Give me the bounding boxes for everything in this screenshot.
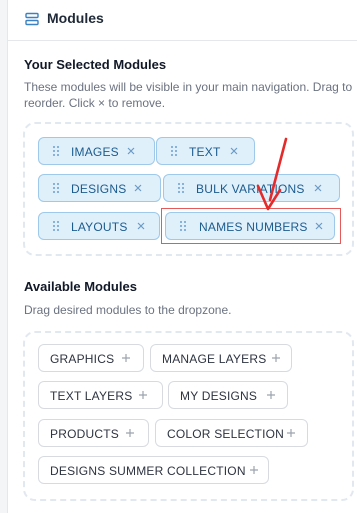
add-icon[interactable] [286,428,296,438]
available-module-graphics[interactable]: GRAPHICS [38,344,144,372]
module-label: COLOR SELECTION [167,427,285,441]
module-label: MANAGE LAYERS [162,352,267,366]
available-modules-title: Available Modules [24,279,137,294]
add-icon[interactable] [125,428,135,438]
add-icon[interactable] [249,465,259,475]
add-icon[interactable] [271,353,281,363]
annotation-arrow-icon [256,137,288,211]
add-icon[interactable] [266,390,276,400]
module-label: PRODUCTS [50,427,119,441]
module-label: GRAPHICS [50,352,115,366]
module-label: DESIGNS SUMMER COLLECTION [50,464,246,478]
add-icon[interactable] [138,390,148,400]
available-module-manage-layers[interactable]: MANAGE LAYERS [150,344,292,372]
available-module-products[interactable]: PRODUCTS [38,419,149,447]
available-modules-description: Drag desired modules to the dropzone. [24,303,232,317]
module-label: TEXT LAYERS [50,389,133,403]
module-label: MY DESIGNS [180,389,258,403]
add-icon[interactable] [121,353,131,363]
available-module-designs-summer-collection[interactable]: DESIGNS SUMMER COLLECTION [38,456,269,484]
available-module-text-layers[interactable]: TEXT LAYERS [38,381,163,409]
available-module-my-designs[interactable]: MY DESIGNS [168,381,288,409]
modules-panel: Modules Your Selected Modules These modu… [7,0,357,513]
available-module-color-selection[interactable]: COLOR SELECTION [155,419,308,447]
